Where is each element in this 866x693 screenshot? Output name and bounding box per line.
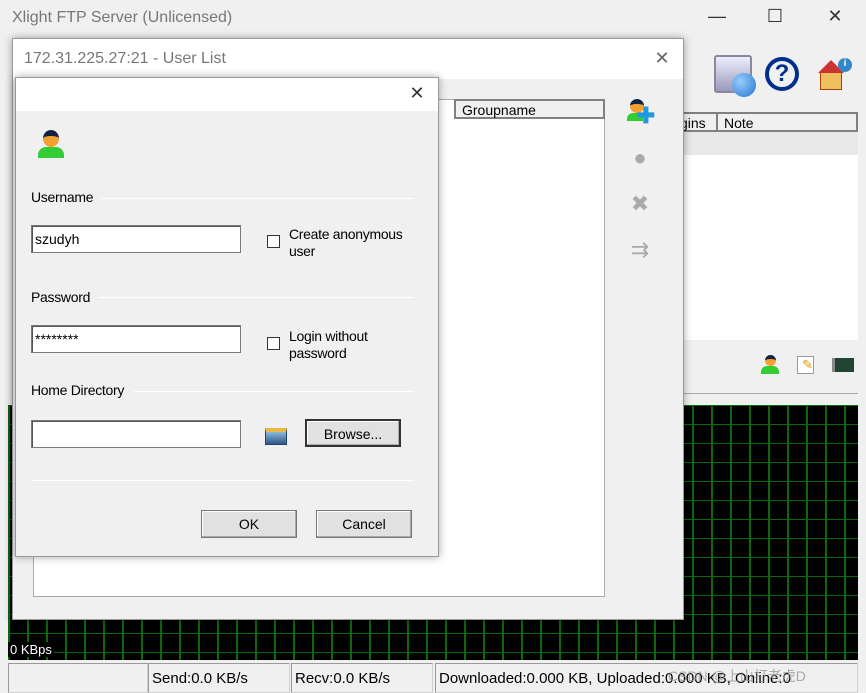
web-globe-icon[interactable]	[714, 55, 756, 97]
maximize-button[interactable]: ☐	[760, 6, 790, 27]
user-list-title: 172.31.225.27:21 - User List	[24, 50, 226, 67]
divider	[101, 198, 414, 199]
cancel-button[interactable]: Cancel	[316, 510, 412, 538]
divider	[31, 480, 414, 481]
divider	[680, 393, 858, 394]
watermark: CSDN @上山打老虎D	[668, 668, 806, 684]
username-label: Username	[31, 189, 94, 205]
minimize-button[interactable]: —	[702, 6, 732, 27]
password-label: Password	[31, 289, 91, 305]
divider	[134, 391, 414, 392]
username-input[interactable]: szudyh	[31, 225, 241, 253]
browse-button[interactable]: Browse...	[305, 419, 401, 447]
user-dialog: ✕ Username szudyh Create anonymous user …	[15, 77, 439, 557]
home-info-icon[interactable]: i	[818, 58, 852, 92]
divider	[98, 297, 414, 298]
home-directory-label: Home Directory	[31, 382, 125, 398]
password-input[interactable]: ********	[31, 325, 241, 353]
edit-user-icon[interactable]: ●	[625, 145, 655, 173]
status-send: Send:0.0 KB/s	[148, 663, 290, 693]
create-anonymous-checkbox[interactable]	[267, 235, 280, 248]
close-button[interactable]: ✕	[820, 6, 850, 27]
status-panel-empty	[8, 663, 148, 693]
copy-user-icon[interactable]: ⇉	[625, 237, 655, 265]
network-card-icon[interactable]	[832, 358, 854, 372]
column-header-note[interactable]: Note	[716, 112, 858, 132]
user-icon	[38, 130, 64, 160]
delete-user-icon[interactable]: ✖	[625, 191, 655, 219]
folder-icon[interactable]	[265, 428, 287, 445]
list-row[interactable]	[672, 132, 858, 155]
help-icon[interactable]: ?	[765, 57, 799, 91]
graph-label: 0 KBps	[8, 642, 54, 657]
user-icon[interactable]	[761, 355, 779, 375]
home-directory-input[interactable]	[31, 420, 241, 448]
main-user-list[interactable]	[672, 155, 858, 340]
edit-icon[interactable]: ✎	[797, 356, 814, 374]
login-without-password-checkbox[interactable]	[267, 337, 280, 350]
app-title: Xlight FTP Server (Unlicensed)	[12, 9, 233, 26]
status-recv: Recv:0.0 KB/s	[291, 663, 433, 693]
column-header-groupname[interactable]: Groupname	[454, 99, 605, 119]
user-dialog-close-button[interactable]: ✕	[402, 83, 432, 104]
user-list-close-button[interactable]: ✕	[647, 48, 677, 69]
ok-button[interactable]: OK	[201, 510, 297, 538]
login-without-password-label: Login without password	[289, 328, 368, 361]
add-user-icon[interactable]: ✚	[627, 99, 655, 127]
create-anonymous-label: Create anonymous user	[289, 226, 403, 259]
